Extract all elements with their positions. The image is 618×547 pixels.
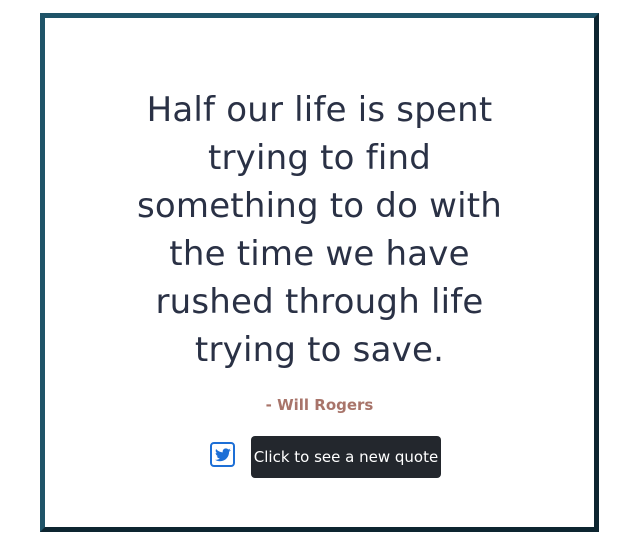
twitter-icon	[214, 447, 231, 462]
quote-actions: Click to see a new quote	[45, 436, 594, 478]
new-quote-button[interactable]: Click to see a new quote	[251, 436, 441, 478]
page: Half our life is spent trying to find so…	[0, 0, 618, 547]
quote-author: - Will Rogers	[265, 396, 374, 414]
quote-text: Half our life is spent trying to find so…	[136, 90, 503, 370]
quote-box: Half our life is spent trying to find so…	[40, 13, 599, 532]
tweet-quote-button[interactable]	[210, 442, 235, 467]
